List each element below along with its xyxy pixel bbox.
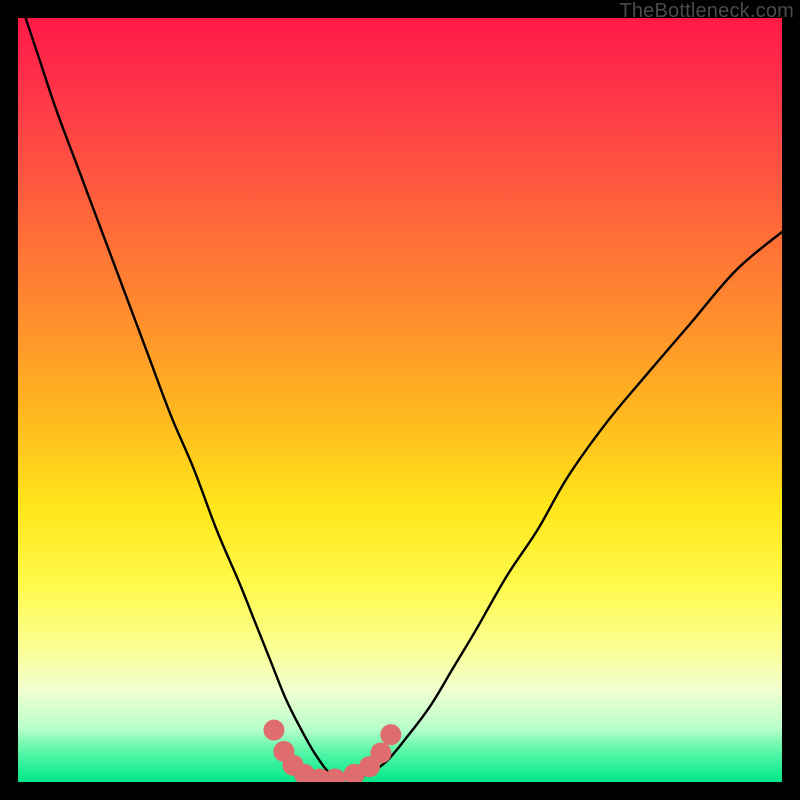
- fit-marker: [263, 720, 284, 741]
- plot-svg: [18, 18, 782, 782]
- bottleneck-curve: [26, 18, 782, 779]
- watermark-text: TheBottleneck.com: [619, 0, 794, 23]
- fit-marker: [370, 742, 391, 763]
- fit-markers: [263, 720, 401, 782]
- fit-marker: [380, 724, 401, 745]
- chart-frame: [18, 18, 782, 782]
